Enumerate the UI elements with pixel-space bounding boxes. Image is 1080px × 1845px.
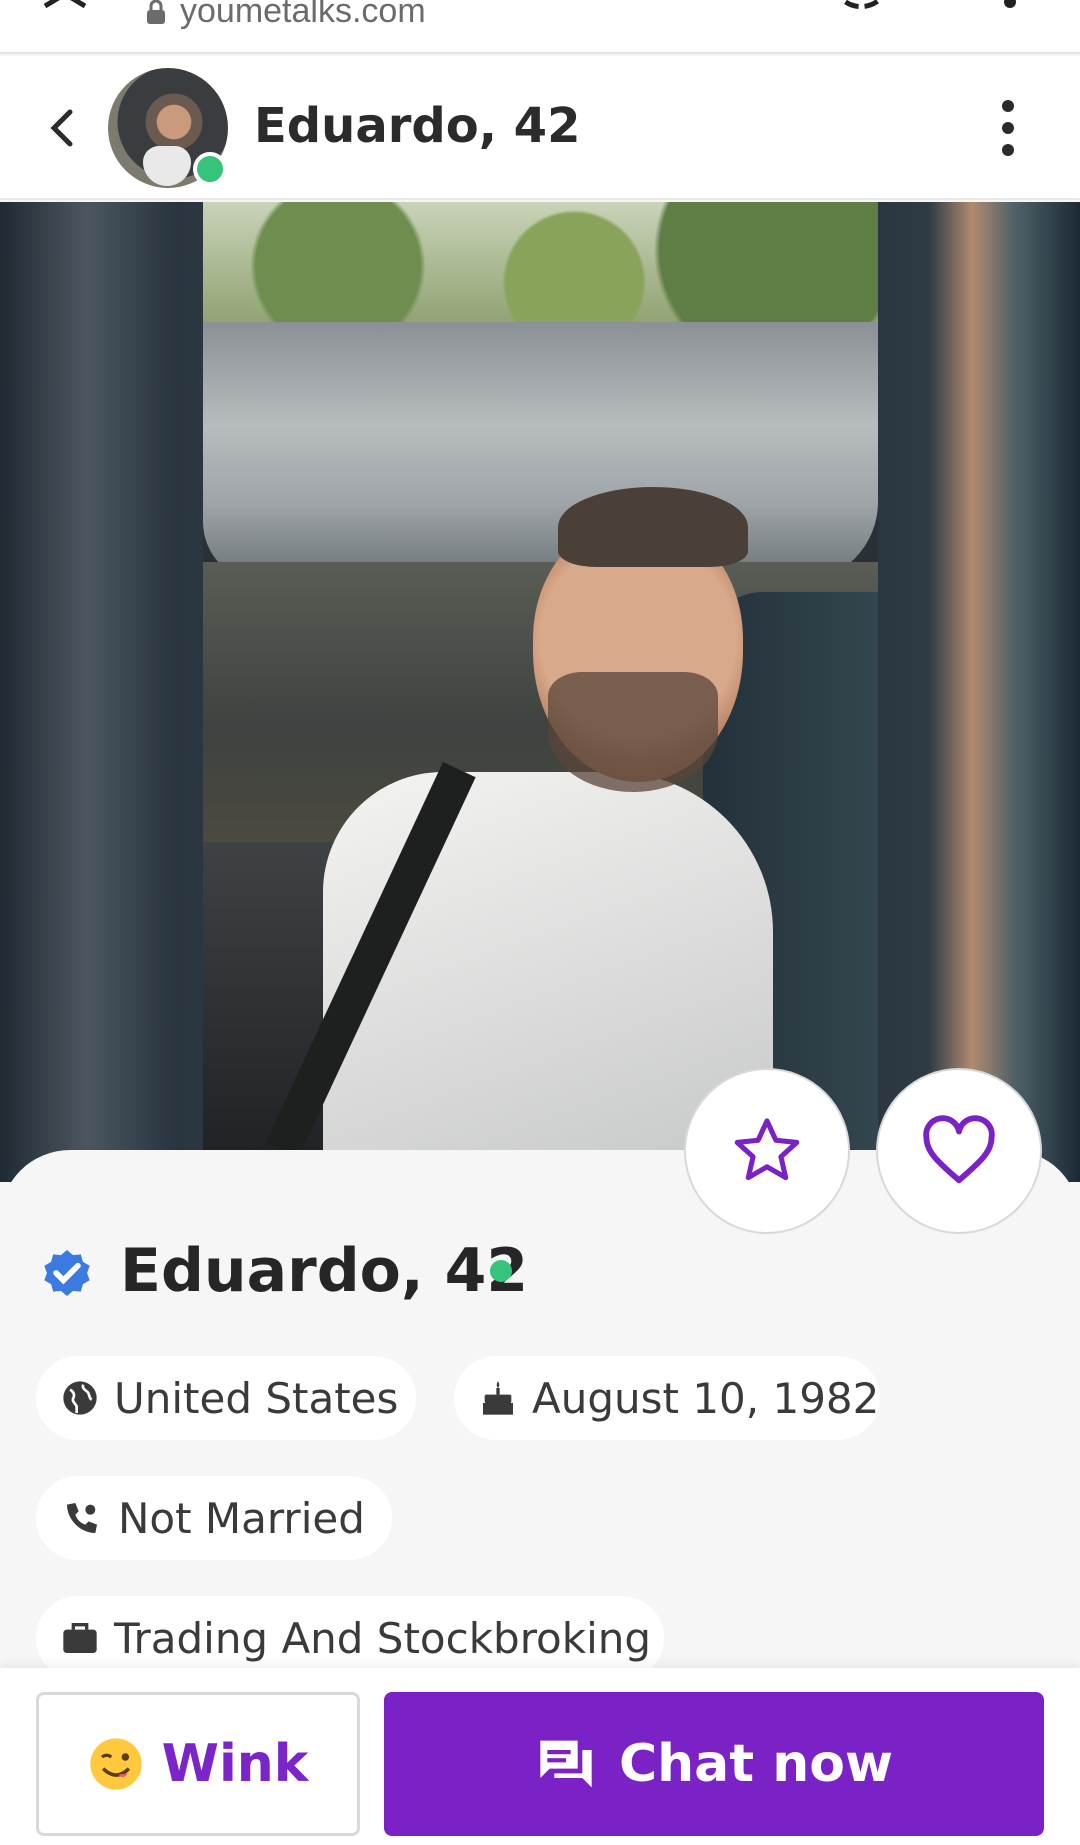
wink-button[interactable]: Wink xyxy=(36,1692,360,1836)
birthday-label: August 10, 1982 xyxy=(532,1373,880,1423)
like-button[interactable] xyxy=(876,1068,1042,1234)
chat-icon xyxy=(540,1740,592,1788)
country-label: United States xyxy=(114,1373,399,1423)
globe-icon xyxy=(60,1376,100,1420)
country-chip: United States xyxy=(36,1356,416,1440)
verified-icon xyxy=(38,1244,96,1306)
profile-name: Eduardo, 42 xyxy=(120,1236,529,1306)
more-vertical-icon xyxy=(1002,100,1014,156)
profile-photo[interactable] xyxy=(203,202,878,1152)
marital-status-label: Not Married xyxy=(118,1493,365,1543)
bottom-action-bar: Wink Chat now xyxy=(0,1668,1080,1845)
profile-page: youmetalks.com Eduardo, 42 Eduardo, 42 U… xyxy=(0,0,1080,1845)
back-button[interactable] xyxy=(36,100,86,156)
profile-header: Eduardo, 42 xyxy=(0,56,1080,200)
avatar-online-indicator xyxy=(193,152,227,186)
header-title: Eduardo, 42 xyxy=(254,98,581,154)
occupation-label: Trading And Stockbroking xyxy=(114,1613,652,1663)
star-icon xyxy=(734,1118,800,1181)
url-text[interactable]: youmetalks.com xyxy=(180,0,426,31)
phone-person-icon xyxy=(60,1496,104,1540)
browser-url-bar: youmetalks.com xyxy=(0,0,1080,54)
chat-now-label: Chat now xyxy=(618,1734,893,1794)
briefcase-icon xyxy=(60,1616,100,1660)
chat-now-button[interactable]: Chat now xyxy=(384,1692,1044,1836)
birthday-chip: August 10, 1982 xyxy=(454,1356,880,1440)
cake-icon xyxy=(478,1376,518,1420)
wink-label: Wink xyxy=(161,1734,309,1794)
wink-emoji-icon xyxy=(89,1738,142,1790)
lock-icon xyxy=(145,0,167,30)
marital-status-chip: Not Married xyxy=(36,1476,392,1560)
more-options-button[interactable] xyxy=(988,98,1028,158)
heart-icon xyxy=(923,1115,995,1184)
browser-tabs-icon[interactable] xyxy=(826,0,896,26)
favorite-button[interactable] xyxy=(684,1068,850,1234)
browser-home-icon[interactable] xyxy=(40,0,90,30)
browser-menu-icon[interactable] xyxy=(1000,0,1020,14)
online-status-indicator xyxy=(490,1260,512,1282)
back-icon xyxy=(50,109,73,147)
